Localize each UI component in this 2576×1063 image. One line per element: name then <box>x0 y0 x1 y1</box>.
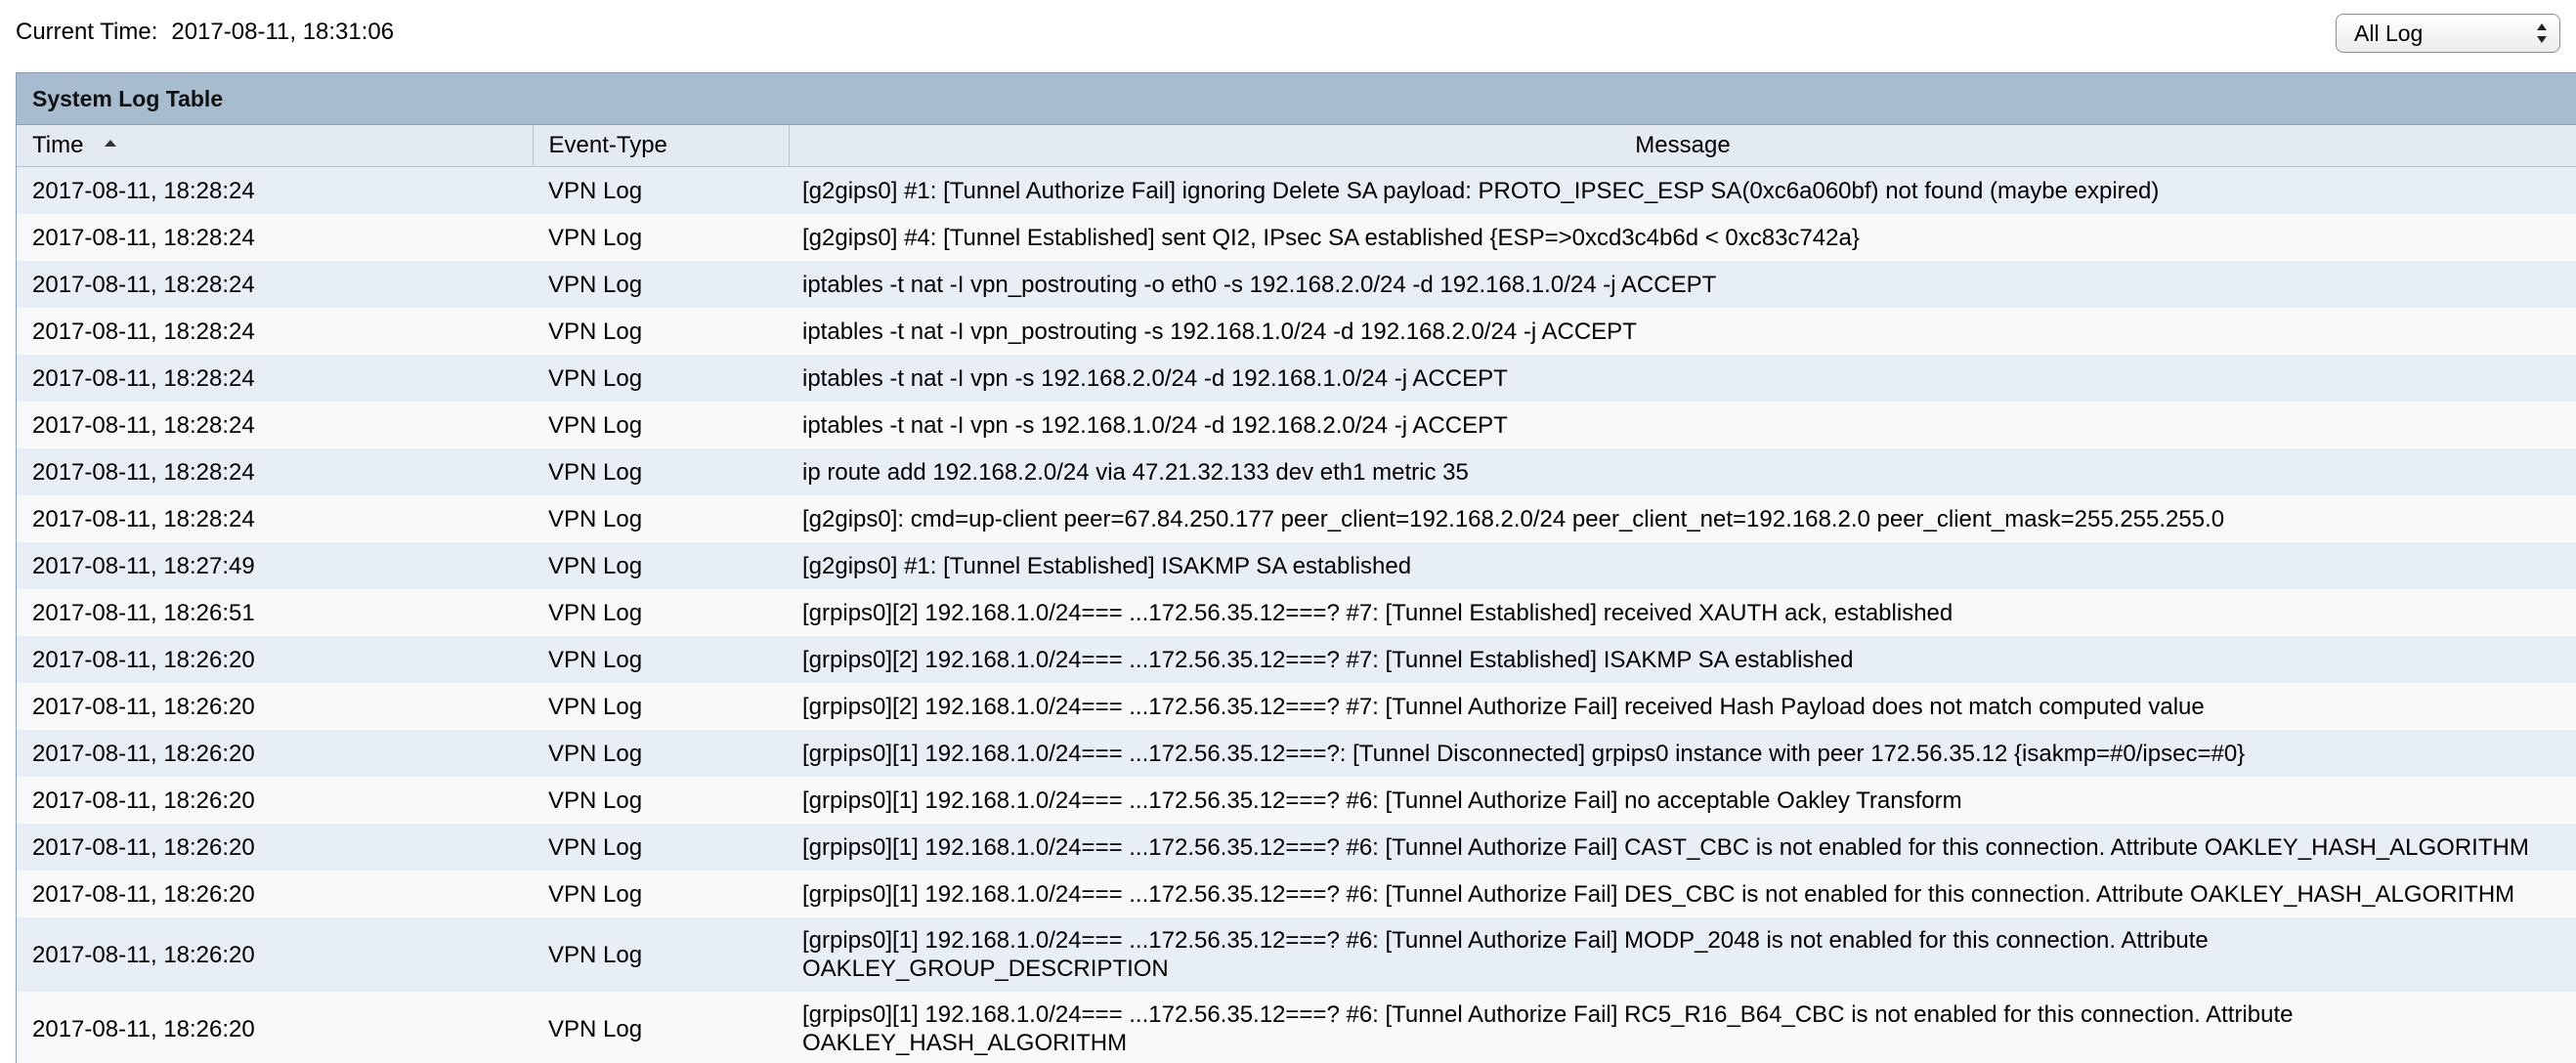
cell-message: [grpips0][1] 192.168.1.0/24=== ...172.56… <box>789 730 2576 777</box>
log-filter-select[interactable]: All Log <box>2336 14 2560 53</box>
table-row[interactable]: 2017-08-11, 18:28:24 VPN Log iptables -t n… <box>17 261 2576 308</box>
cell-event-type: VPN Log <box>533 730 789 777</box>
table-row[interactable]: 2017-08-11, 18:26:51 VPN Log [grpips0][2] … <box>17 589 2576 636</box>
cell-event-type: VPN Log <box>533 542 789 589</box>
table-row[interactable]: 2017-08-11, 18:28:24 VPN Log iptables -t n… <box>17 402 2576 448</box>
cell-time: 2017-08-11, 18:26:20 <box>17 824 533 871</box>
cell-time: 2017-08-11, 18:27:49 <box>17 542 533 589</box>
cell-message: [grpips0][2] 192.168.1.0/24=== ...172.56… <box>789 683 2576 730</box>
cell-time: 2017-08-11, 18:28:24 <box>17 308 533 355</box>
table-row[interactable]: 2017-08-11, 18:26:20 VPN Log [grpips0][1] … <box>17 917 2576 992</box>
cell-event-type: VPN Log <box>533 355 789 402</box>
table-row[interactable]: 2017-08-11, 18:28:24 VPN Log iptables -t n… <box>17 308 2576 355</box>
column-header-event-type[interactable]: Event-Type <box>533 125 790 167</box>
cell-event-type: VPN Log <box>533 589 789 636</box>
panel-title: System Log Table <box>17 72 2576 125</box>
cell-message: [grpips0][2] 192.168.1.0/24=== ...172.56… <box>789 589 2576 636</box>
table-row[interactable]: 2017-08-11, 18:26:20 VPN Log [grpips0][1] … <box>17 824 2576 871</box>
cell-event-type: VPN Log <box>533 824 789 871</box>
cell-message: [g2gips0] #4: [Tunnel Established] sent … <box>789 214 2576 261</box>
cell-event-type: VPN Log <box>533 166 789 214</box>
cell-time: 2017-08-11, 18:26:51 <box>17 589 533 636</box>
cell-time: 2017-08-11, 18:26:20 <box>17 992 533 1063</box>
cell-time: 2017-08-11, 18:28:24 <box>17 402 533 448</box>
current-time: Current Time: 2017-08-11, 18:31:06 <box>16 17 394 48</box>
cell-message: [g2gips0]: cmd=up-client peer=67.84.250.… <box>789 495 2576 542</box>
table-row[interactable]: 2017-08-11, 18:26:20 VPN Log [grpips0][2] … <box>17 636 2576 683</box>
table-row[interactable]: 2017-08-11, 18:28:24 VPN Log [g2gips0] #4:… <box>17 214 2576 261</box>
cell-event-type: VPN Log <box>533 402 789 448</box>
cell-message: iptables -t nat -I vpn -s 192.168.2.0/24… <box>789 355 2576 402</box>
cell-message: [grpips0][1] 192.168.1.0/24=== ...172.56… <box>789 871 2576 917</box>
cell-event-type: VPN Log <box>533 636 789 683</box>
cell-time: 2017-08-11, 18:26:20 <box>17 683 533 730</box>
cell-message: [g2gips0] #1: [Tunnel Established] ISAKM… <box>789 542 2576 589</box>
cell-time: 2017-08-11, 18:26:20 <box>17 871 533 917</box>
table-row[interactable]: 2017-08-11, 18:26:20 VPN Log [grpips0][2] … <box>17 683 2576 730</box>
table-row[interactable]: 2017-08-11, 18:28:24 VPN Log [g2gips0]: cm… <box>17 495 2576 542</box>
cell-time: 2017-08-11, 18:26:20 <box>17 730 533 777</box>
log-filter-selected: All Log <box>2354 21 2424 46</box>
column-header-message[interactable]: Message <box>789 125 2576 167</box>
cell-message: ip route add 192.168.2.0/24 via 47.21.32… <box>789 448 2576 495</box>
select-arrows-icon <box>2537 23 2547 43</box>
sort-ascending-icon <box>105 140 117 148</box>
cell-time: 2017-08-11, 18:28:24 <box>17 355 533 402</box>
column-header-message-label: Message <box>1635 132 1731 158</box>
cell-message: iptables -t nat -I vpn_postrouting -s 19… <box>789 308 2576 355</box>
cell-message-line: [grpips0][1] 192.168.1.0/24=== ...172.56… <box>802 927 2209 954</box>
table-row[interactable]: 2017-08-11, 18:28:24 VPN Log iptables -t n… <box>17 355 2576 402</box>
table-row[interactable]: 2017-08-11, 18:28:24 VPN Log ip route add … <box>17 448 2576 495</box>
cell-message-line: OAKLEY_HASH_ALGORITHM <box>802 1030 1128 1056</box>
cell-time: 2017-08-11, 18:26:20 <box>17 777 533 824</box>
cell-time: 2017-08-11, 18:28:24 <box>17 495 533 542</box>
cell-time: 2017-08-11, 18:26:20 <box>17 917 533 992</box>
cell-time: 2017-08-11, 18:26:20 <box>17 636 533 683</box>
table-header-row: Time Event-Type Message <box>17 125 2576 167</box>
table-row[interactable]: 2017-08-11, 18:26:20 VPN Log [grpips0][1] … <box>17 730 2576 777</box>
cell-time: 2017-08-11, 18:28:24 <box>17 261 533 308</box>
cell-message: [grpips0][2] 192.168.1.0/24=== ...172.56… <box>789 636 2576 683</box>
cell-event-type: VPN Log <box>533 214 789 261</box>
cell-message: iptables -t nat -I vpn_postrouting -o et… <box>789 261 2576 308</box>
cell-event-type: VPN Log <box>533 871 789 917</box>
cell-event-type: VPN Log <box>533 448 789 495</box>
cell-message: iptables -t nat -I vpn -s 192.168.1.0/24… <box>789 402 2576 448</box>
cell-message: [g2gips0] #1: [Tunnel Authorize Fail] ig… <box>789 166 2576 214</box>
table-row[interactable]: 2017-08-11, 18:26:20 VPN Log [grpips0][1] … <box>17 777 2576 824</box>
table-row[interactable]: 2017-08-11, 18:28:24 VPN Log [g2gips0] #1:… <box>17 166 2576 214</box>
cell-event-type: VPN Log <box>533 308 789 355</box>
current-time-value: 2017-08-11, 18:31:06 <box>171 19 395 45</box>
cell-message: [grpips0][1] 192.168.1.0/24=== ...172.56… <box>789 824 2576 871</box>
cell-message: [grpips0][1] 192.168.1.0/24=== ...172.56… <box>789 777 2576 824</box>
top-bar: Current Time: 2017-08-11, 18:31:06 All Lo… <box>0 0 2576 68</box>
table-row[interactable]: 2017-08-11, 18:26:20 VPN Log [grpips0][1] … <box>17 992 2576 1063</box>
cell-time: 2017-08-11, 18:28:24 <box>17 166 533 214</box>
cell-message: [grpips0][1] 192.168.1.0/24=== ...172.56… <box>789 917 2576 992</box>
cell-event-type: VPN Log <box>533 992 789 1063</box>
cell-time: 2017-08-11, 18:28:24 <box>17 448 533 495</box>
system-log-panel: System Log Table Time Event-Type Message… <box>16 72 2576 1063</box>
current-time-label: Current Time: <box>16 19 158 45</box>
cell-event-type: VPN Log <box>533 495 789 542</box>
cell-time: 2017-08-11, 18:28:24 <box>17 214 533 261</box>
table-row[interactable]: 2017-08-11, 18:26:20 VPN Log [grpips0][1] … <box>17 871 2576 917</box>
system-log-table: Time Event-Type Message 2017-08-11, 18:2… <box>17 125 2576 1063</box>
column-header-time-label: Time <box>32 132 84 158</box>
cell-event-type: VPN Log <box>533 917 789 992</box>
column-header-time[interactable]: Time <box>17 125 534 167</box>
cell-message-line: OAKLEY_GROUP_DESCRIPTION <box>802 956 1169 982</box>
cell-event-type: VPN Log <box>533 777 789 824</box>
table-row[interactable]: 2017-08-11, 18:27:49 VPN Log [g2gips0] #1:… <box>17 542 2576 589</box>
cell-event-type: VPN Log <box>533 261 789 308</box>
cell-event-type: VPN Log <box>533 683 789 730</box>
cell-message: [grpips0][1] 192.168.1.0/24=== ...172.56… <box>789 992 2576 1063</box>
cell-message-line: [grpips0][1] 192.168.1.0/24=== ...172.56… <box>802 1001 2294 1028</box>
column-header-event-type-label: Event-Type <box>548 132 667 158</box>
